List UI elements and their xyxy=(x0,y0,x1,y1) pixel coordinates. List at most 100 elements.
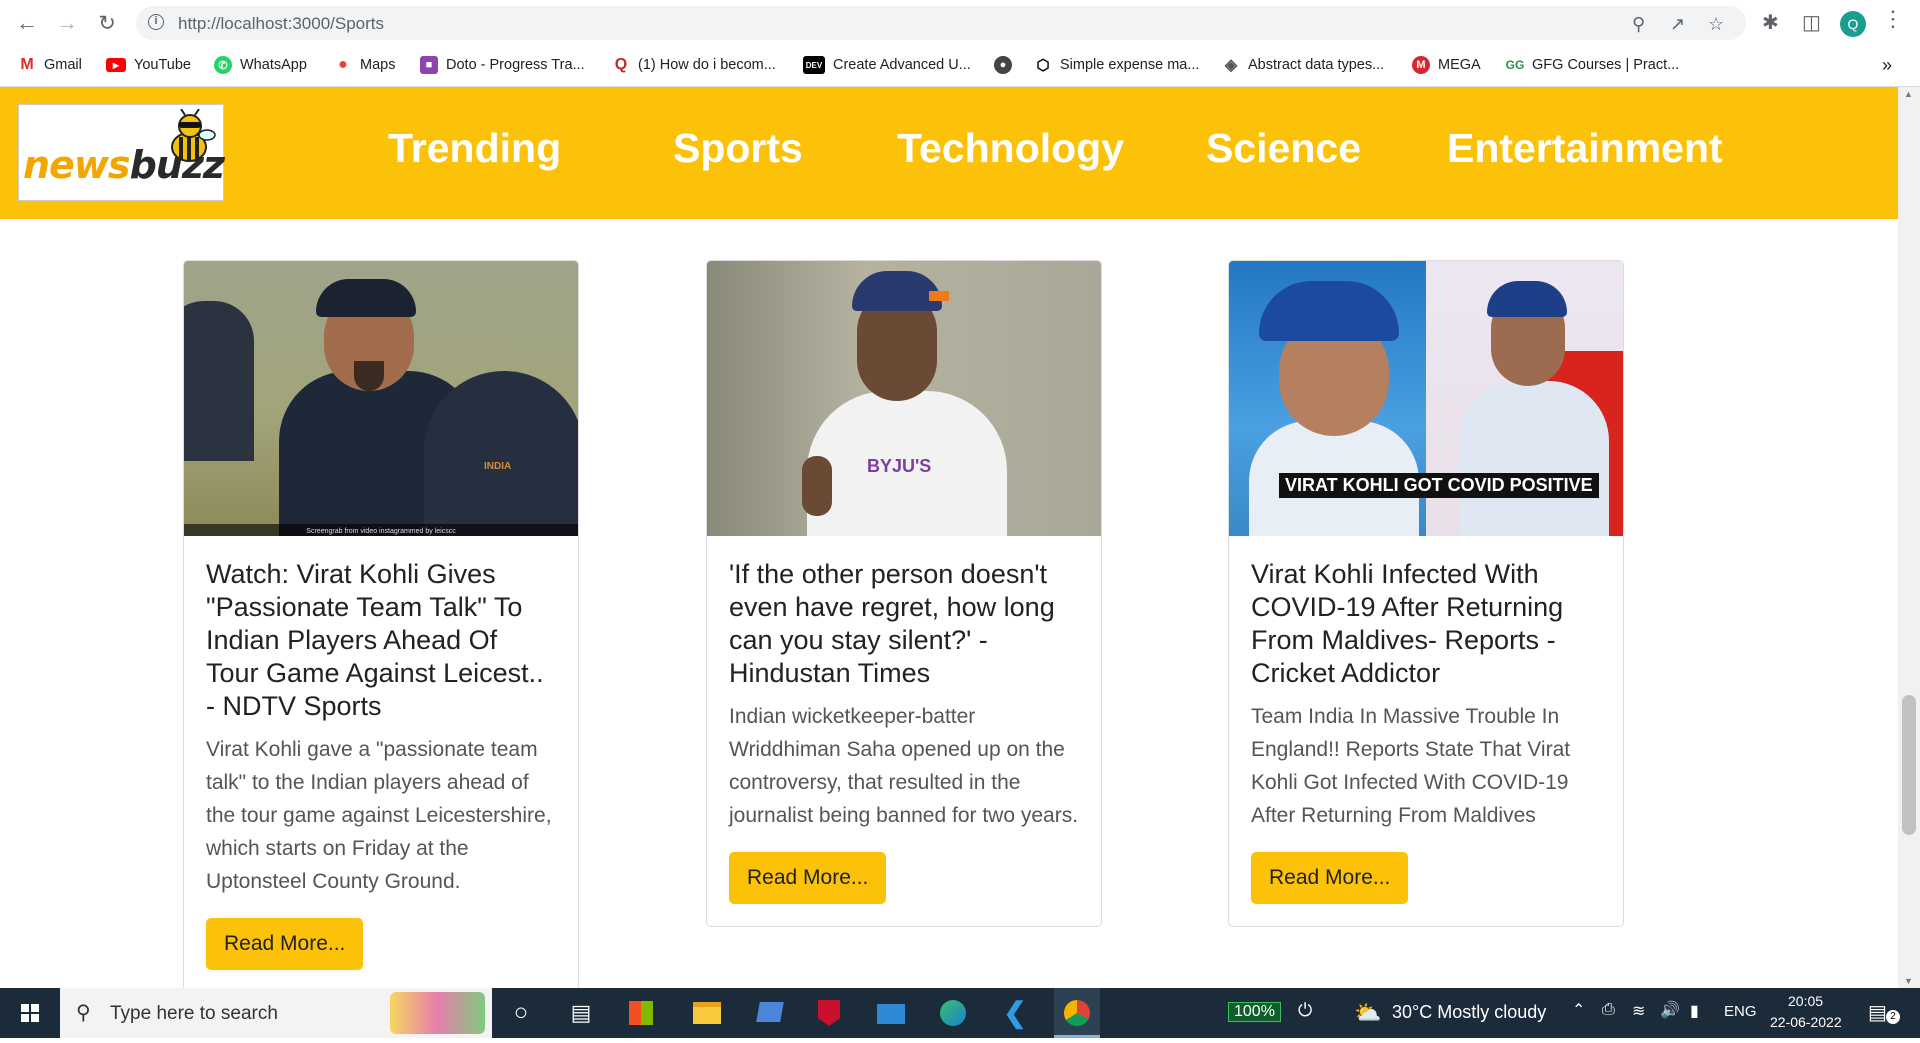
image-caption: VIRAT KOHLI GOT COVID POSITIVE xyxy=(1279,473,1599,498)
gfg-icon: GG xyxy=(1505,58,1525,72)
profile-avatar[interactable]: Q xyxy=(1840,11,1866,37)
reload-icon[interactable]: ↻ xyxy=(92,8,122,38)
side-panel-icon[interactable]: ◫ xyxy=(1802,10,1821,35)
bookmark-label: MEGA xyxy=(1438,57,1481,73)
news-card: INDIA Screengrab from video instagrammed… xyxy=(183,260,579,988)
logo-part: ws xyxy=(73,143,131,187)
article-image: VIRAT KOHLI GOT COVID POSITIVE xyxy=(1229,261,1623,536)
bookmark-gmail[interactable]: M Gmail xyxy=(18,54,82,76)
forward-arrow-icon[interactable]: → xyxy=(52,8,82,38)
wifi-icon[interactable]: ≋ xyxy=(1632,1001,1645,1021)
nav-link-science[interactable]: Science xyxy=(1206,125,1361,172)
news-card: BYJU'S 'If the other person doesn't even… xyxy=(706,260,1102,927)
maps-icon: ● xyxy=(338,56,348,73)
scrollbar-thumb[interactable] xyxy=(1902,695,1916,835)
nav-link-trending[interactable]: Trending xyxy=(388,125,561,172)
search-highlight-image xyxy=(390,992,485,1034)
bookmark-whatsapp[interactable]: ✆ WhatsApp xyxy=(214,54,307,76)
news-card: VIRAT KOHLI GOT COVID POSITIVE Virat Koh… xyxy=(1228,260,1624,927)
scroll-down-icon[interactable]: ▼ xyxy=(1904,976,1913,986)
windows-taskbar: ⚲ Type here to search ○ ▤ ❮ 100% ⏻ ⛅ 30°… xyxy=(0,988,1920,1038)
bookmark-mega[interactable]: M MEGA xyxy=(1412,54,1481,76)
zoom-icon[interactable]: ⚲ xyxy=(1632,14,1645,35)
site-logo[interactable]: newsbuzz xyxy=(18,104,225,201)
weather-cloud-icon: ⛅ xyxy=(1354,1000,1382,1025)
bookmark-codepen[interactable]: ⬡ Simple expense ma... xyxy=(1034,54,1199,76)
whatsapp-icon: ✆ xyxy=(214,56,232,74)
edge-icon[interactable] xyxy=(936,996,970,1030)
bookmark-label: Abstract data types... xyxy=(1248,57,1385,73)
address-bar[interactable]: i http://localhost:3000/Sports ⚲ ↗ ☆ xyxy=(136,6,1746,40)
clock-time[interactable]: 20:05 xyxy=(1788,993,1823,1009)
read-more-button[interactable]: Read More... xyxy=(1251,852,1409,904)
file-explorer-icon[interactable] xyxy=(690,996,724,1030)
back-arrow-icon[interactable]: ← xyxy=(12,8,42,38)
image-caption: Screengrab from video instagrammed by le… xyxy=(306,528,456,535)
share-icon[interactable]: ↗ xyxy=(1670,14,1685,35)
nav-link-entertainment[interactable]: Entertainment xyxy=(1447,125,1723,172)
vscode-icon[interactable]: ❮ xyxy=(998,996,1032,1030)
page-viewport: newsbuzz Trending Sports Technology Scie… xyxy=(0,87,1898,988)
search-icon: ⚲ xyxy=(76,1002,91,1024)
bookmark-globe[interactable]: ● xyxy=(994,54,1020,76)
menu-dots-icon[interactable]: ⋮ xyxy=(1882,6,1904,32)
scroll-up-icon[interactable]: ▲ xyxy=(1904,89,1913,99)
tray-overflow-icon[interactable]: ⌃ xyxy=(1572,1000,1585,1020)
weather-text[interactable]: 30°C Mostly cloudy xyxy=(1392,1002,1546,1023)
language-indicator[interactable]: ENG xyxy=(1724,1003,1757,1020)
device-icon[interactable]: ⎙ xyxy=(1602,1001,1615,1019)
nav-link-technology[interactable]: Technology xyxy=(897,125,1124,172)
article-title[interactable]: 'If the other person doesn't even have r… xyxy=(729,558,1079,690)
bookmark-dev[interactable]: DEV Create Advanced U... xyxy=(803,54,971,76)
taskbar-search-box[interactable]: ⚲ Type here to search xyxy=(60,988,492,1038)
volume-icon[interactable]: 🔊 xyxy=(1660,1000,1680,1020)
bookmark-label: Simple expense ma... xyxy=(1060,57,1200,73)
search-placeholder: Type here to search xyxy=(110,1003,278,1024)
bookmarks-bar: M Gmail ▶ YouTube ✆ WhatsApp ● Maps ■ Doto - … xyxy=(0,46,1920,84)
clock-date[interactable]: 22-06-2022 xyxy=(1770,1014,1842,1030)
task-view-icon[interactable]: ▤ xyxy=(564,996,598,1030)
site-info-icon[interactable]: i xyxy=(148,14,164,30)
bookmark-maps[interactable]: ● Maps xyxy=(334,54,395,76)
india-jersey-text: INDIA xyxy=(484,461,512,472)
gmail-icon: M xyxy=(18,56,36,74)
site-navbar: newsbuzz Trending Sports Technology Scie… xyxy=(0,87,1898,219)
bookmark-gfg[interactable]: GG GFG Courses | Pract... xyxy=(1505,54,1680,76)
bookmark-label: Doto - Progress Tra... xyxy=(446,57,585,73)
mail-icon[interactable] xyxy=(874,996,908,1030)
article-title[interactable]: Watch: Virat Kohli Gives "Passionate Tea… xyxy=(206,558,556,723)
bookmark-label: GFG Courses | Pract... xyxy=(1532,57,1680,73)
microsoft-store-icon[interactable] xyxy=(624,996,658,1030)
extensions-icon[interactable]: ✱ xyxy=(1762,10,1779,35)
start-button[interactable] xyxy=(0,988,60,1038)
notification-icon[interactable]: ▤ xyxy=(1868,1000,1887,1025)
bookmark-abstract[interactable]: ◈ Abstract data types... xyxy=(1222,54,1384,76)
article-description: Indian wicketkeeper-batter Wriddhiman Sa… xyxy=(729,705,1079,827)
bookmark-youtube[interactable]: ▶ YouTube xyxy=(106,54,191,76)
bee-icon xyxy=(171,109,216,162)
chrome-taskbar-icon[interactable] xyxy=(1054,988,1100,1038)
mcafee-icon[interactable] xyxy=(812,996,846,1030)
bookmark-quora[interactable]: Q (1) How do i becom... xyxy=(612,54,776,76)
bookmark-label: (1) How do i becom... xyxy=(638,57,776,73)
battery-icon[interactable]: ▮ xyxy=(1690,1001,1699,1021)
bookmark-star-icon[interactable]: ☆ xyxy=(1708,14,1724,35)
battery-indicator[interactable]: 100% xyxy=(1228,1002,1281,1022)
bookmark-label: Create Advanced U... xyxy=(833,57,971,73)
notification-count: 2 xyxy=(1886,1010,1900,1024)
globe-icon: ● xyxy=(994,56,1012,74)
logo-part: ne xyxy=(23,143,75,187)
cortana-icon[interactable]: ○ xyxy=(504,996,538,1030)
read-more-button[interactable]: Read More... xyxy=(206,918,364,970)
nav-link-sports[interactable]: Sports xyxy=(673,125,803,172)
article-description: Virat Kohli gave a "passionate team talk… xyxy=(206,738,552,893)
quora-icon: Q xyxy=(614,56,628,73)
read-more-button[interactable]: Read More... xyxy=(729,852,887,904)
page-scrollbar[interactable]: ▲ ▼ xyxy=(1898,87,1920,988)
bookmarks-overflow[interactable]: » xyxy=(1882,54,1892,76)
codepen-icon: ⬡ xyxy=(1036,57,1050,74)
network-app-icon[interactable] xyxy=(752,996,786,1030)
bookmark-doto[interactable]: ■ Doto - Progress Tra... xyxy=(420,54,585,76)
browser-toolbar: ← → ↻ i http://localhost:3000/Sports ⚲ ↗… xyxy=(0,0,1920,46)
article-title[interactable]: Virat Kohli Infected With COVID-19 After… xyxy=(1251,558,1601,690)
